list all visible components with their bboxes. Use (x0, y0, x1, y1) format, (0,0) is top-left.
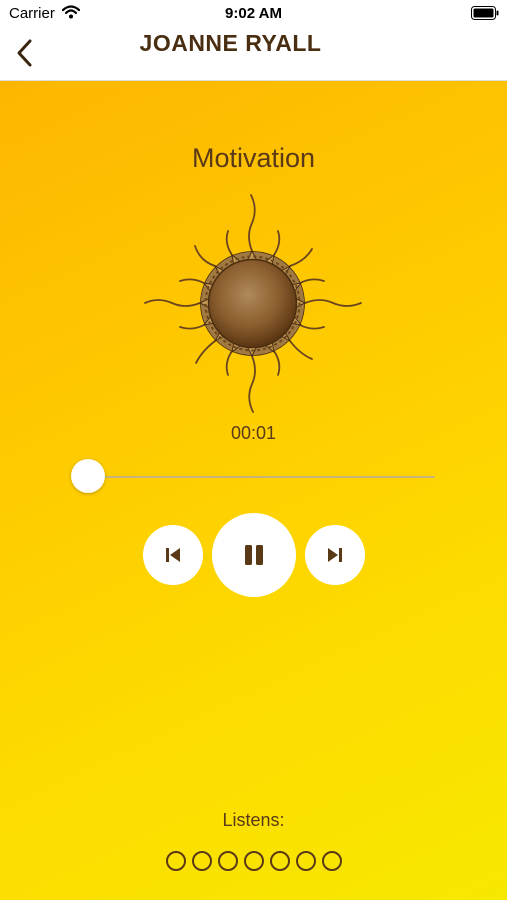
status-bar: Carrier 9:02 AM (0, 0, 507, 28)
previous-button[interactable] (143, 525, 203, 585)
pause-icon (245, 545, 263, 565)
status-time: 9:02 AM (225, 5, 282, 22)
listen-dot (269, 851, 290, 871)
listen-dot (191, 851, 212, 871)
elapsed-time: 00:01 (230, 423, 277, 443)
navigation-bar: JOANNE RYALL (0, 28, 507, 81)
listen-dot (217, 851, 238, 871)
listens-indicator (0, 851, 507, 871)
pause-button[interactable] (212, 513, 296, 597)
listen-dot (165, 851, 186, 871)
skip-previous-icon (166, 548, 180, 562)
track-title: Motivation (191, 143, 316, 173)
progress-slider-track[interactable] (90, 476, 435, 478)
sun-icon (140, 191, 365, 416)
skip-next-icon (328, 548, 342, 562)
progress-slider-thumb[interactable] (71, 459, 105, 493)
next-button[interactable] (305, 525, 365, 585)
listen-dot (243, 851, 264, 871)
page-title: JOANNE RYALL (139, 30, 322, 56)
listen-dot (295, 851, 316, 871)
player-screen: Motivation 00:01 Listens: (0, 81, 507, 900)
battery-icon (471, 6, 499, 24)
listens-label: Listens: (222, 810, 285, 830)
listen-dot (321, 851, 342, 871)
